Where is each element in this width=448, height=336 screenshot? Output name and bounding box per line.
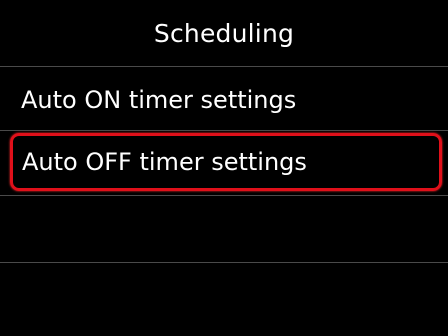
screen-title: Scheduling [153,18,295,48]
menu-item-empty [0,196,448,262]
menu-item-auto-on-timer-settings[interactable]: Auto ON timer settings [0,67,448,133]
printer-lcd-screen: Scheduling Auto ON timer settings Auto O… [0,0,448,336]
selection-highlight [10,133,442,191]
menu-item-empty [0,263,448,329]
screen-header: Scheduling [0,0,448,66]
menu-item-label: Auto ON timer settings [21,86,297,114]
